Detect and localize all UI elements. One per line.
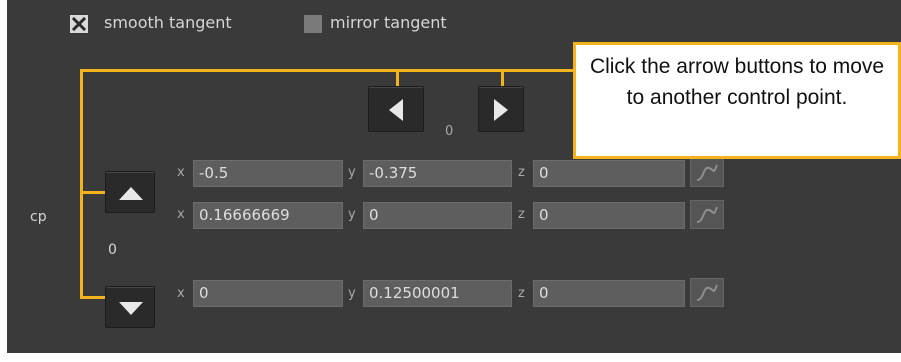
previous-control-point-button[interactable] (368, 86, 424, 132)
y-axis-label: y (348, 286, 356, 301)
next-control-point-button[interactable] (478, 86, 524, 132)
row2-curve-button[interactable] (690, 200, 724, 229)
row2-z-field[interactable]: 0 (533, 202, 685, 229)
arrow-up-icon (119, 187, 143, 200)
callout-bracket-prev-tick (396, 69, 399, 86)
arrow-right-icon (494, 99, 508, 121)
smooth-tangent-checkbox[interactable] (70, 15, 88, 33)
z-axis-label: z (518, 286, 525, 301)
row2-y-field[interactable]: 0 (363, 202, 512, 229)
mirror-tangent-checkbox[interactable] (304, 15, 322, 33)
x-axis-label: x (177, 286, 185, 301)
move-control-point-down-button[interactable] (105, 286, 155, 328)
row2-x-field[interactable]: 0.16666669 (193, 202, 343, 229)
cp-label: cp (30, 209, 47, 225)
curve-icon (696, 206, 718, 223)
row1-z-field[interactable]: 0 (533, 160, 685, 187)
arrow-down-icon (119, 302, 143, 315)
z-axis-label: z (518, 207, 525, 222)
cp-index: 0 (108, 242, 117, 258)
curve-icon (696, 284, 718, 301)
x-axis-label: x (177, 165, 185, 180)
callout-bracket-next-tick (501, 69, 504, 86)
row3-z-field[interactable]: 0 (533, 280, 685, 307)
mirror-tangent-label: mirror tangent (330, 13, 447, 32)
row1-y-field[interactable]: -0.375 (363, 160, 512, 187)
curve-icon (696, 164, 718, 181)
callout-tooltip: Click the arrow buttons to move to anoth… (573, 42, 901, 159)
check-x-icon (71, 16, 87, 32)
smooth-tangent-label: smooth tangent (104, 13, 232, 32)
move-control-point-up-button[interactable] (105, 171, 155, 213)
callout-bracket-left (80, 69, 83, 299)
row3-y-field[interactable]: 0.12500001 (363, 280, 512, 307)
y-axis-label: y (348, 207, 356, 222)
row1-curve-button[interactable] (690, 158, 724, 187)
callout-text: Click the arrow buttons to move to anoth… (589, 55, 885, 109)
row3-curve-button[interactable] (690, 278, 724, 307)
x-axis-label: x (177, 207, 185, 222)
row3-x-field[interactable]: 0 (193, 280, 343, 307)
callout-bracket-down-tick (80, 296, 105, 299)
control-point-nav-index: 0 (445, 124, 454, 139)
z-axis-label: z (518, 165, 525, 180)
y-axis-label: y (348, 165, 356, 180)
row1-x-field[interactable]: -0.5 (193, 160, 343, 187)
callout-bracket-up-tick (80, 191, 105, 194)
arrow-left-icon (389, 99, 403, 121)
